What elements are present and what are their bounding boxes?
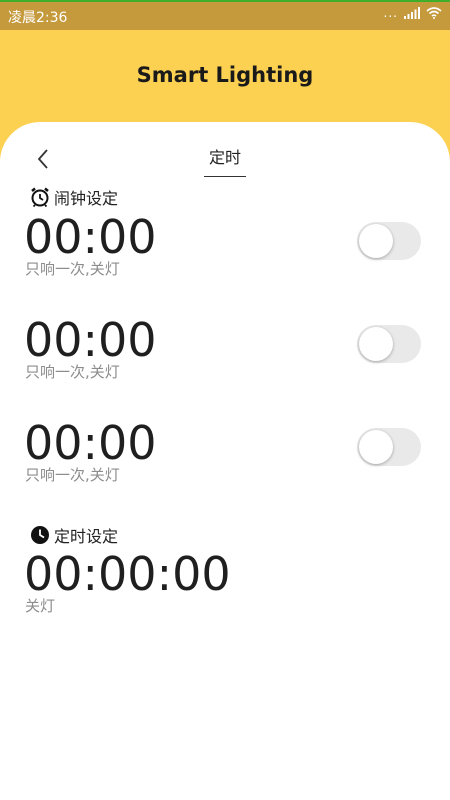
wifi-icon — [426, 7, 442, 19]
alarm-desc: 只响一次,关灯 — [25, 363, 120, 381]
alarm-time[interactable]: 00:00 — [24, 317, 157, 363]
tab-title-timer: 定时 — [208, 148, 241, 167]
alarm-clock-icon — [31, 187, 49, 207]
status-time: 凌晨2:36 — [8, 10, 68, 26]
toggle-knob — [359, 224, 393, 258]
alarm-toggle[interactable] — [357, 428, 421, 466]
toggle-knob — [359, 430, 393, 464]
tab-underline — [204, 176, 246, 177]
timer-time[interactable]: 00:00:00 — [24, 551, 231, 597]
timer-desc: 关灯 — [25, 597, 56, 615]
toggle-knob — [359, 327, 393, 361]
app-title: Smart Lighting — [136, 63, 314, 87]
alarm-desc: 只响一次,关灯 — [25, 260, 120, 278]
status-icons: ... — [384, 6, 442, 20]
signal-icon — [404, 7, 420, 19]
alarm-section-header: 闹钟设定 — [30, 185, 118, 209]
alarm-desc: 只响一次,关灯 — [25, 466, 120, 484]
clock-icon — [31, 526, 49, 544]
chevron-left-icon[interactable] — [34, 146, 54, 172]
alarm-toggle[interactable] — [357, 222, 421, 260]
timer-section-label: 定时设定 — [54, 527, 119, 546]
alarm-time[interactable]: 00:00 — [24, 420, 157, 466]
alarm-time[interactable]: 00:00 — [24, 214, 157, 260]
alarm-toggle[interactable] — [357, 325, 421, 363]
status-dots: ... — [383, 6, 398, 20]
timer-section-header: 定时设定 — [30, 523, 118, 547]
alarm-section-label: 闹钟设定 — [54, 189, 119, 208]
status-bar: 凌晨2:36 ... — [0, 0, 450, 30]
